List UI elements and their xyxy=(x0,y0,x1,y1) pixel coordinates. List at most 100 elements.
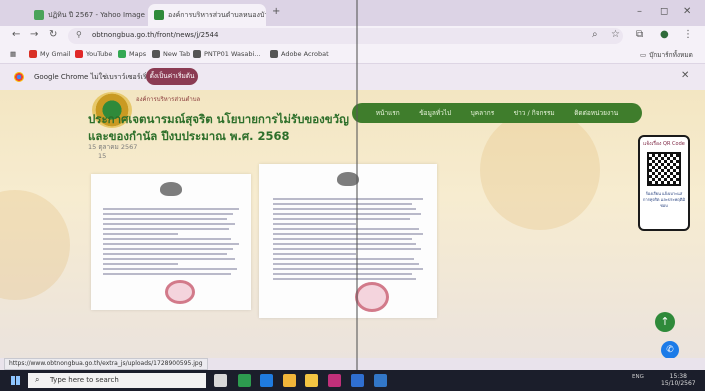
bookmark-label: Maps xyxy=(129,50,147,58)
background-ornament xyxy=(0,190,70,300)
page-viewport: องค์การบริหารส่วนตำบล หน้าแรก ข้อมูลทั่ว… xyxy=(0,90,705,358)
browser-tab-2[interactable]: องค์การบริหารส่วนตำบลหนองบัวแต... ✕ xyxy=(148,4,266,26)
search-icon[interactable]: ⌕ xyxy=(592,29,598,40)
announcement-document-1[interactable] xyxy=(91,174,251,310)
minimize-button[interactable]: – xyxy=(637,6,642,17)
language-indicator[interactable]: ENG xyxy=(632,374,644,380)
nav-item-news[interactable]: ข่าว / กิจกรรม xyxy=(514,108,555,118)
new-tab-button[interactable]: + xyxy=(272,6,280,17)
nav-item-about[interactable]: ข้อมูลทั่วไป xyxy=(419,108,451,118)
document-text-line xyxy=(273,278,417,280)
document-text-line xyxy=(103,258,235,260)
bookmark-star-icon[interactable]: ☆ xyxy=(611,29,620,40)
gmail-icon xyxy=(29,50,37,58)
set-default-button[interactable]: ตั้งเป็นค่าเริ่มต้น xyxy=(146,68,198,85)
document-text-line xyxy=(103,248,233,250)
task-view-icon[interactable] xyxy=(214,374,227,387)
bookmark-label: บุ๊กมาร์กทั้งหมด xyxy=(649,51,693,59)
all-bookmarks[interactable]: ▭ บุ๊กมาร์กทั้งหมด xyxy=(640,50,693,60)
site-favicon-icon xyxy=(154,10,164,20)
bookmark-maps[interactable]: Maps xyxy=(118,50,146,58)
app-icon[interactable] xyxy=(351,374,364,387)
screen-divider-line xyxy=(356,0,358,391)
address-url: obtnongbua.go.th/front/news/j/2544 xyxy=(92,31,219,39)
garuda-emblem-icon xyxy=(160,182,182,196)
page-title: ประกาศเจตนารมณ์สุจริต นโยบายการไม่รับของ… xyxy=(88,112,349,143)
menu-icon[interactable]: ⋮ xyxy=(683,29,693,40)
word-icon[interactable] xyxy=(374,374,387,387)
file-explorer-icon[interactable] xyxy=(305,374,318,387)
qr-code-card[interactable]: แจ้งเรื่อง QR Code ร้องเรียน แจ้งเบาะแส … xyxy=(638,135,690,231)
main-nav: หน้าแรก ข้อมูลทั่วไป บุคลากร ข่าว / กิจก… xyxy=(352,103,642,123)
document-text-line xyxy=(273,218,410,220)
apps-grid-icon[interactable]: ▦ xyxy=(10,50,16,58)
tab-title: องค์การบริหารส่วนตำบลหนองบัวแต... xyxy=(168,10,266,19)
document-text-line xyxy=(103,218,227,220)
close-infobar-icon[interactable]: ✕ xyxy=(681,70,689,81)
bookmark-label: YouTube xyxy=(86,50,113,58)
document-text-line xyxy=(103,243,239,245)
document-text-line xyxy=(103,253,227,255)
search-placeholder: Type here to search xyxy=(50,376,119,384)
nav-item-personnel[interactable]: บุคลากร xyxy=(471,108,495,118)
bookmark-gmail[interactable]: My Gmail xyxy=(29,50,71,58)
document-text-line xyxy=(273,233,423,235)
profile-avatar-icon[interactable]: ● xyxy=(660,29,669,40)
maps-icon xyxy=(118,50,126,58)
edge-icon[interactable] xyxy=(260,374,273,387)
post-date: 15 ตุลาคม 2567 xyxy=(88,143,138,151)
chrome-icon[interactable] xyxy=(283,374,296,387)
bookmark-label: PNTP01 Wasabi... xyxy=(204,50,261,58)
document-text-line xyxy=(103,223,235,225)
windows-start-icon[interactable] xyxy=(11,376,20,385)
document-text-line xyxy=(273,258,414,260)
bookmark-acrobat[interactable]: Adobe Acrobat xyxy=(270,50,329,58)
status-bar-url: https://www.obtnongbua.go.th/extra_js/up… xyxy=(4,358,208,370)
tab-title: ปฏิทิน ปี 2567 - Yahoo Image Se... xyxy=(48,10,146,19)
document-text-line xyxy=(273,243,417,245)
document-text-line xyxy=(103,208,239,210)
bookmark-new-tab[interactable]: New Tab xyxy=(152,50,190,58)
taskbar-search-input[interactable]: ⌕ Type here to search xyxy=(28,373,206,388)
official-seal xyxy=(355,282,389,312)
reload-button[interactable]: ↻ xyxy=(49,29,57,40)
chrome-icon xyxy=(14,72,24,82)
clock-date: 15/10/2567 xyxy=(661,380,696,387)
nav-item-home[interactable]: หน้าแรก xyxy=(376,108,400,118)
document-text-line xyxy=(273,208,417,210)
document-text-line xyxy=(273,213,421,215)
app-icon[interactable] xyxy=(328,374,341,387)
site-name: องค์การบริหารส่วนตำบล xyxy=(136,96,201,103)
forward-button[interactable]: → xyxy=(30,29,38,40)
excel-icon[interactable] xyxy=(238,374,251,387)
maximize-button[interactable]: ◻ xyxy=(660,6,668,17)
document-text-line xyxy=(103,273,231,275)
document-text-line xyxy=(273,248,421,250)
search-icon: ⌕ xyxy=(35,375,40,384)
address-bar[interactable]: ⚲ obtnongbua.go.th/front/news/j/2544 xyxy=(68,28,623,44)
document-text-line xyxy=(273,268,423,270)
extensions-icon[interactable]: ⧉ xyxy=(636,29,643,40)
view-count: 15 xyxy=(98,152,107,160)
document-text-line xyxy=(273,198,423,200)
bookmarks-bar: ▦ My Gmail YouTube Maps New Tab PNTP01 W… xyxy=(0,46,705,64)
qr-code-image xyxy=(647,152,681,186)
default-browser-infobar: Google Chrome ไม่ใช่เบราว์เซอร์เริ่มต้น … xyxy=(0,64,705,90)
bookmark-youtube[interactable]: YouTube xyxy=(75,50,112,58)
bookmark-wasabi[interactable]: PNTP01 Wasabi... xyxy=(193,50,261,58)
messenger-chat-button[interactable]: ✆ xyxy=(661,341,679,358)
announcement-document-2[interactable] xyxy=(259,164,437,318)
scroll-to-top-button[interactable]: ↑ xyxy=(655,312,675,332)
taskbar-clock[interactable]: 15:38 15/10/2567 xyxy=(661,373,696,387)
bookmark-label: Adobe Acrobat xyxy=(281,50,329,58)
yahoo-favicon-icon xyxy=(34,10,44,20)
site-info-icon[interactable]: ⚲ xyxy=(76,30,82,39)
nav-item-contact[interactable]: ติดต่อหน่วยงาน xyxy=(574,108,618,118)
browser-tab-bar: ปฏิทิน ปี 2567 - Yahoo Image Se... ✕ องค… xyxy=(0,0,705,26)
browser-tab-1[interactable]: ปฏิทิน ปี 2567 - Yahoo Image Se... ✕ xyxy=(28,4,146,26)
close-window-button[interactable]: ✕ xyxy=(683,6,691,17)
document-text-line xyxy=(273,273,412,275)
globe-icon xyxy=(152,50,160,58)
document-text-line xyxy=(103,238,231,240)
back-button[interactable]: ← xyxy=(12,29,20,40)
